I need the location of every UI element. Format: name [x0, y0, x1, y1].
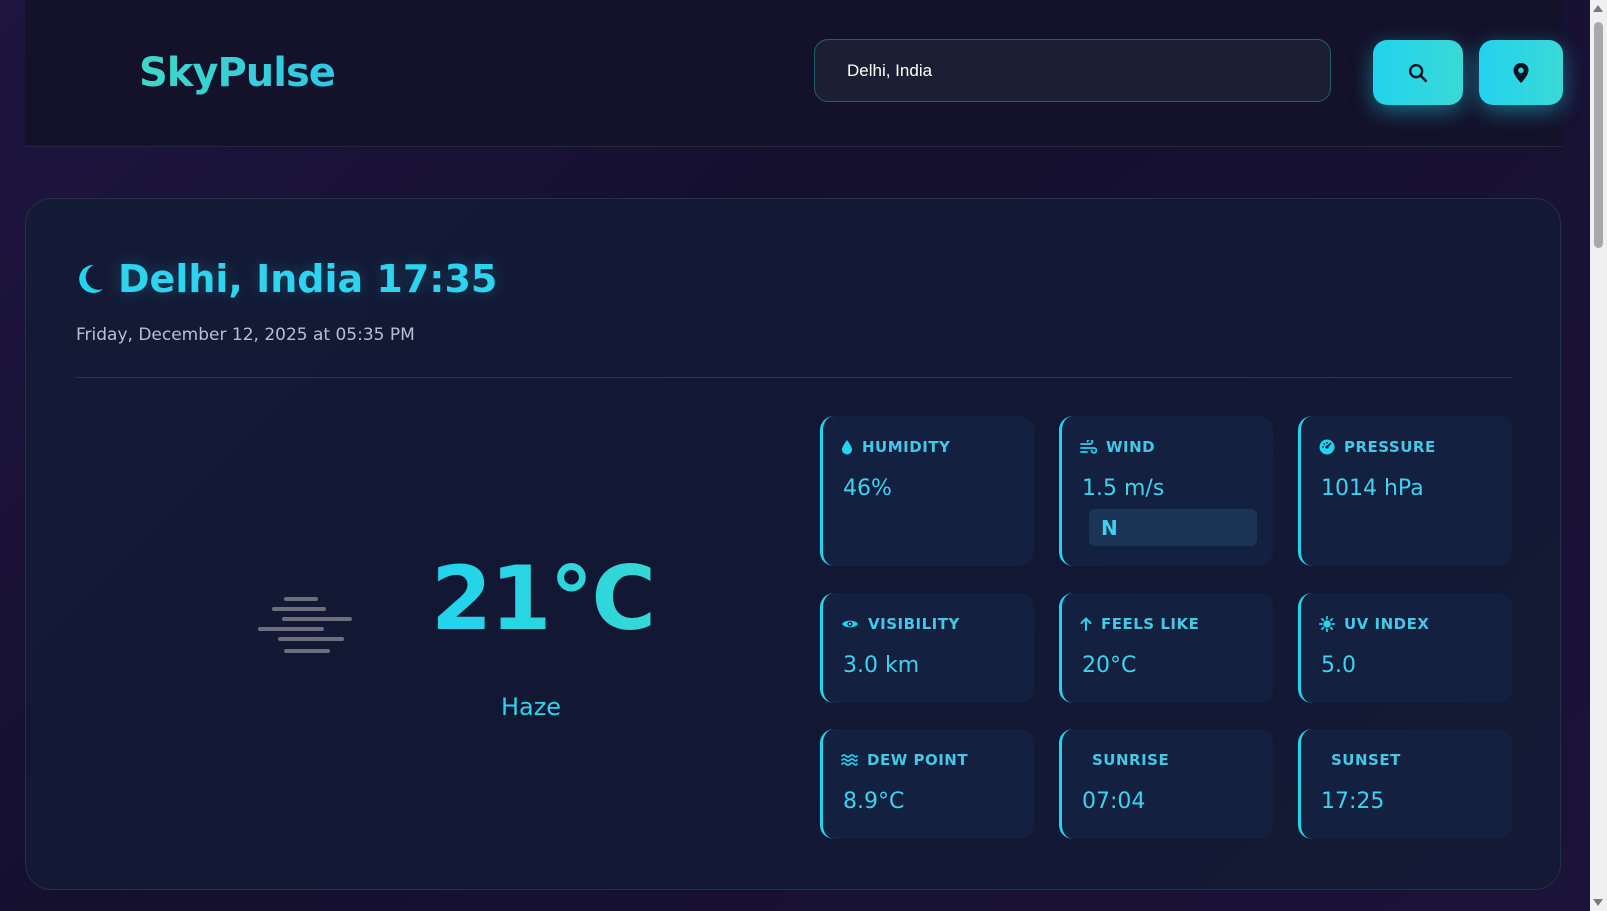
wind-label: WIND — [1106, 438, 1156, 456]
location-heading: Delhi, India 17:35 — [74, 257, 497, 301]
pressure-label: PRESSURE — [1344, 438, 1436, 456]
uv-index-value: 5.0 — [1321, 653, 1356, 678]
humidity-value: 46% — [843, 476, 892, 501]
humidity-tile: HUMIDITY 46% — [820, 416, 1034, 566]
divider — [76, 377, 1512, 378]
feels-like-tile: FEELS LIKE 20°C — [1059, 593, 1273, 703]
dew-point-label-row: DEW POINT — [841, 751, 968, 769]
app-logo[interactable]: SkyPulse — [139, 50, 336, 96]
uv-index-tile: UV INDEX 5.0 — [1298, 593, 1512, 703]
droplet-icon — [842, 440, 852, 455]
wind-tile: WIND 1.5 m/s N — [1059, 416, 1273, 566]
feels-like-label-row: FEELS LIKE — [1080, 615, 1199, 633]
search-button[interactable] — [1373, 40, 1463, 105]
current-location-button[interactable] — [1479, 40, 1563, 105]
pressure-value: 1014 hPa — [1321, 476, 1424, 501]
search-icon — [1409, 63, 1428, 82]
eye-icon — [842, 620, 858, 628]
uv-index-label-row: UV INDEX — [1319, 615, 1429, 633]
visibility-value: 3.0 km — [843, 653, 920, 678]
search-box — [814, 39, 1331, 102]
date-time-text: Friday, December 12, 2025 at 05:35 PM — [76, 325, 415, 345]
waves-icon — [841, 754, 858, 766]
sunset-label-row: SUNSET — [1331, 751, 1401, 769]
search-input[interactable] — [815, 40, 1330, 101]
pressure-tile: PRESSURE 1014 hPa — [1298, 416, 1512, 566]
sunrise-label: SUNRISE — [1092, 751, 1170, 769]
sun-icon — [1319, 616, 1335, 632]
sunrise-label-row: SUNRISE — [1092, 751, 1169, 769]
arrow-up-icon — [1080, 617, 1092, 631]
sunset-value: 17:25 — [1321, 789, 1385, 814]
gauge-icon — [1319, 439, 1335, 455]
moon-icon — [79, 264, 103, 293]
humidity-label: HUMIDITY — [862, 438, 951, 456]
page-scrollbar[interactable] — [1590, 0, 1607, 911]
scroll-up-arrow[interactable] — [1593, 5, 1603, 12]
location-pin-icon — [1513, 62, 1529, 83]
sunset-label: SUNSET — [1331, 751, 1401, 769]
app-page: SkyPulse Delhi, India 17:35 Friday, Dece… — [0, 0, 1590, 911]
dew-point-tile: DEW POINT 8.9°C — [820, 729, 1034, 839]
scroll-thumb[interactable] — [1594, 22, 1603, 248]
uv-index-label: UV INDEX — [1344, 615, 1430, 633]
wind-direction-badge: N — [1089, 509, 1257, 546]
sunset-tile: SUNSET 17:25 — [1298, 729, 1512, 839]
visibility-label: VISIBILITY — [868, 615, 960, 633]
location-title: Delhi, India 17:35 — [118, 257, 498, 301]
visibility-tile: VISIBILITY 3.0 km — [820, 593, 1034, 703]
wind-speed-value: 1.5 m/s — [1082, 476, 1165, 501]
weather-card: Delhi, India 17:35 Friday, December 12, … — [25, 198, 1561, 890]
dew-point-value: 8.9°C — [843, 789, 905, 814]
haze-icon — [258, 597, 352, 653]
top-header: SkyPulse — [25, 0, 1563, 147]
weather-condition: Haze — [500, 693, 562, 721]
sunrise-value: 07:04 — [1082, 789, 1146, 814]
wind-label-row: WIND — [1080, 438, 1155, 456]
sunrise-tile: SUNRISE 07:04 — [1059, 729, 1273, 839]
wind-icon — [1080, 440, 1097, 454]
scroll-down-arrow[interactable] — [1593, 899, 1603, 906]
feels-like-value: 20°C — [1082, 653, 1137, 678]
temperature-value: 21°C — [431, 547, 656, 650]
feels-like-label: FEELS LIKE — [1101, 615, 1200, 633]
humidity-label-row: HUMIDITY — [841, 438, 950, 456]
pressure-label-row: PRESSURE — [1319, 438, 1436, 456]
visibility-label-row: VISIBILITY — [841, 615, 960, 633]
dew-point-label: DEW POINT — [867, 751, 969, 769]
